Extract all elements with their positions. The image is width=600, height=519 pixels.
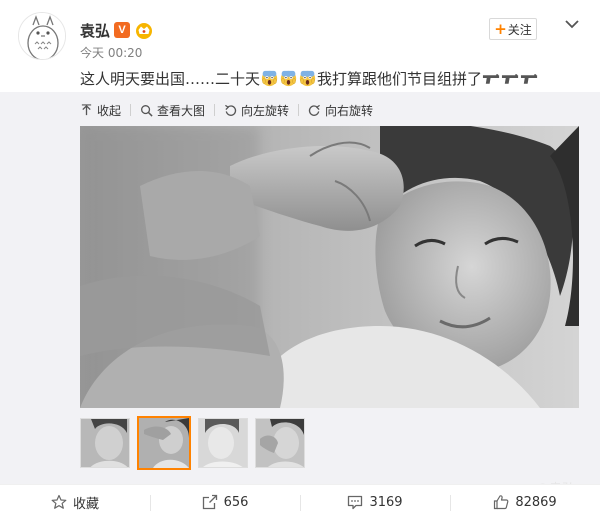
media-panel: 收起 查看大图 向左旋转 向右旋转 bbox=[0, 92, 600, 497]
thumbnail[interactable] bbox=[80, 418, 130, 468]
rotate-left-button[interactable]: 向左旋转 bbox=[224, 102, 289, 119]
comment-count: 3169 bbox=[369, 494, 403, 510]
view-large-button[interactable]: 查看大图 bbox=[140, 102, 205, 119]
username[interactable]: 袁弘 bbox=[80, 20, 110, 41]
comment-button[interactable]: 3169 bbox=[300, 485, 450, 519]
avatar[interactable] bbox=[18, 12, 66, 60]
chevron-down-icon[interactable] bbox=[562, 14, 582, 34]
portrait-photo bbox=[80, 126, 579, 408]
favorite-label: 收藏 bbox=[72, 496, 99, 512]
toolbar-divider bbox=[130, 104, 132, 116]
thumbnail[interactable] bbox=[198, 418, 248, 468]
collapse-button[interactable]: 收起 bbox=[80, 102, 121, 119]
action-bar: 收藏 656 3169 82869 bbox=[0, 484, 600, 519]
gun-icon bbox=[501, 73, 519, 84]
favorite-button[interactable]: 收藏 bbox=[0, 485, 150, 519]
media-toolbar: 收起 查看大图 向左旋转 向右旋转 bbox=[80, 100, 373, 120]
toolbar-divider bbox=[214, 104, 216, 116]
rotate-right-label: 向右旋转 bbox=[325, 103, 374, 118]
comment-icon bbox=[348, 495, 363, 510]
scream-face-icon bbox=[261, 70, 278, 87]
collapse-up-icon bbox=[81, 103, 92, 115]
like-button[interactable]: 82869 bbox=[450, 485, 600, 519]
follow-button[interactable]: + 关注 bbox=[489, 18, 537, 40]
collapse-label: 收起 bbox=[97, 103, 122, 118]
magnifier-icon bbox=[141, 104, 153, 117]
crown-badge-icon[interactable] bbox=[134, 20, 154, 40]
scream-face-icon bbox=[280, 70, 297, 87]
like-count: 82869 bbox=[515, 494, 557, 510]
toolbar-divider bbox=[298, 104, 300, 116]
thumbs-up-icon bbox=[494, 495, 509, 510]
rotate-left-label: 向左旋转 bbox=[241, 103, 290, 118]
verified-badge-icon: V bbox=[114, 22, 130, 38]
gun-icon bbox=[520, 73, 538, 84]
thumbnail-strip bbox=[80, 416, 305, 470]
rotate-left-icon bbox=[225, 104, 237, 116]
scream-face-icon bbox=[299, 70, 316, 87]
plus-icon: + bbox=[494, 19, 507, 38]
post-text: 这人明天要出国……二十天 我打算跟他们节目组拼了 bbox=[80, 68, 539, 89]
main-photo[interactable] bbox=[80, 126, 579, 408]
totoro-avatar-icon bbox=[19, 13, 65, 59]
post-text-part2: 我打算跟他们节目组拼了 bbox=[317, 70, 483, 88]
repost-count: 656 bbox=[223, 494, 249, 510]
post-text-part1: 这人明天要出国……二十天 bbox=[80, 70, 261, 88]
follow-label: 关注 bbox=[507, 22, 532, 37]
post-timestamp[interactable]: 今天 00:20 bbox=[80, 44, 142, 61]
star-icon bbox=[51, 494, 67, 509]
gun-icon bbox=[482, 73, 500, 84]
rotate-right-icon bbox=[308, 104, 321, 116]
post-header: 袁弘 V 今天 00:20 + 关注 这人明天要出国……二十天 我打算跟他们节目… bbox=[0, 0, 600, 92]
rotate-right-button[interactable]: 向右旋转 bbox=[308, 102, 373, 119]
share-icon bbox=[202, 494, 217, 510]
repost-button[interactable]: 656 bbox=[150, 485, 300, 519]
view-large-label: 查看大图 bbox=[157, 103, 206, 118]
thumbnail[interactable] bbox=[255, 418, 305, 468]
thumbnail-selected[interactable] bbox=[137, 416, 191, 470]
